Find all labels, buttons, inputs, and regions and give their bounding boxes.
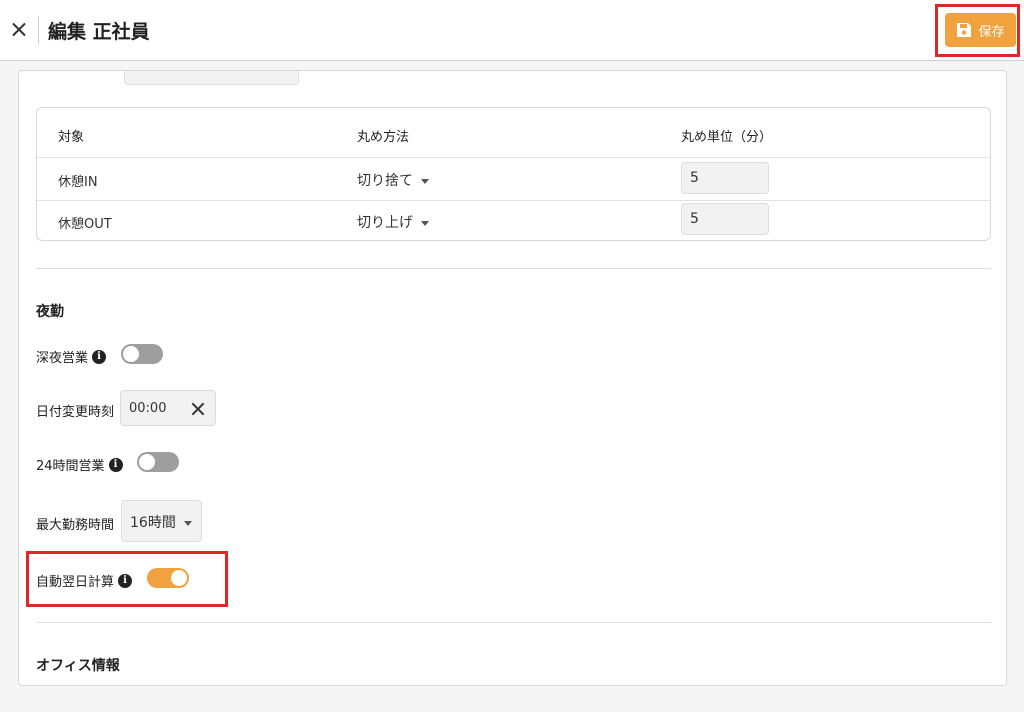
all-day-label: 24時間営業 — [36, 459, 105, 474]
close-icon[interactable] — [9, 20, 29, 40]
toggle-knob — [171, 570, 187, 586]
row-1-target: 休憩IN — [58, 175, 98, 190]
caret-down-icon — [421, 178, 429, 184]
divider — [38, 16, 39, 44]
late-night-field: 深夜営業 i — [36, 347, 107, 366]
info-icon[interactable]: i — [118, 573, 133, 588]
row-2-method-label: 切り上げ — [357, 215, 413, 231]
section-divider — [36, 622, 991, 623]
toggle-knob — [123, 346, 139, 362]
auto-next-day-toggle[interactable] — [147, 568, 189, 588]
row-1-method-dropdown[interactable]: 切り捨て — [357, 170, 429, 190]
top-bar: 編集 正社員 保存 — [0, 0, 1024, 61]
column-header-unit: 丸め単位（分） — [681, 130, 773, 145]
settings-card: 対象 丸め方法 丸め単位（分） 休憩IN 切り捨て 5 休憩OUT 切り上げ 5… — [18, 70, 1007, 686]
column-header-target: 対象 — [58, 130, 85, 145]
save-button-label: 保存 — [978, 24, 1005, 40]
toggle-knob — [139, 454, 155, 470]
page-title: 編集 正社員 — [48, 21, 150, 43]
all-day-toggle[interactable] — [137, 452, 179, 472]
row-1-method-label: 切り捨て — [357, 173, 413, 189]
night-section-title: 夜勤 — [36, 304, 64, 320]
table-row-divider — [37, 200, 990, 201]
partial-field[interactable] — [124, 71, 299, 85]
clear-icon[interactable] — [191, 402, 205, 416]
max-hours-field: 最大勤務時間 — [36, 514, 114, 533]
max-hours-value: 16時間 — [130, 515, 176, 531]
row-2-target: 休憩OUT — [58, 217, 112, 232]
row-1-unit-input[interactable]: 5 — [681, 162, 769, 194]
save-button[interactable]: 保存 — [945, 13, 1016, 47]
auto-next-day-field: 自動翌日計算 i — [36, 571, 133, 590]
date-change-label: 日付変更時刻 — [36, 405, 115, 420]
partial-field-label — [37, 70, 117, 71]
info-icon[interactable]: i — [108, 457, 123, 472]
info-icon[interactable]: i — [92, 349, 107, 364]
section-divider — [36, 268, 991, 269]
floppy-disk-icon — [957, 23, 972, 37]
table-header-divider — [37, 157, 990, 158]
late-night-label: 深夜営業 — [36, 351, 89, 366]
column-header-method: 丸め方法 — [357, 130, 410, 145]
all-day-field: 24時間営業 i — [36, 455, 123, 474]
date-change-time-input[interactable]: 00:00 — [120, 390, 216, 426]
max-hours-label: 最大勤務時間 — [36, 518, 115, 533]
late-night-toggle[interactable] — [121, 344, 163, 364]
date-change-time-value: 00:00 — [129, 401, 167, 416]
caret-down-icon — [421, 220, 429, 226]
row-2-unit-input[interactable]: 5 — [681, 203, 769, 235]
row-2-method-dropdown[interactable]: 切り上げ — [357, 212, 429, 232]
auto-next-day-label: 自動翌日計算 — [36, 575, 115, 590]
rounding-table: 対象 丸め方法 丸め単位（分） 休憩IN 切り捨て 5 休憩OUT 切り上げ 5 — [36, 107, 991, 241]
office-section-title: オフィス情報 — [36, 658, 120, 674]
date-change-field: 日付変更時刻 — [36, 401, 114, 420]
caret-down-icon — [183, 520, 192, 526]
max-hours-select[interactable]: 16時間 — [121, 500, 202, 542]
